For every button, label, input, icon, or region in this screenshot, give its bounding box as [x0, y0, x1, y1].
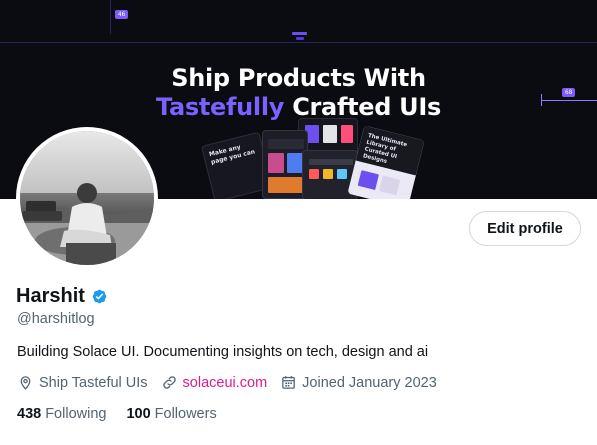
banner-headline-line1: Ship Products With [171, 64, 426, 92]
website-item[interactable]: solaceui.com [161, 374, 268, 391]
profile-name-row: Harshit [16, 285, 109, 308]
avatar[interactable] [20, 131, 154, 265]
avatar-photo [20, 131, 154, 265]
display-name: Harshit [16, 285, 85, 307]
followers-link[interactable]: 100 Followers [126, 406, 216, 422]
location-text: Ship Tasteful UIs [39, 374, 148, 391]
profile-meta: Ship Tasteful UIs solaceui.com Joined Ja… [17, 374, 450, 391]
link-icon [162, 376, 176, 389]
banner-headline-rest: Crafted UIs [284, 93, 441, 121]
banner-grid-line [110, 0, 111, 34]
banner-accent-bar [296, 37, 304, 40]
banner-accent-bar [292, 32, 307, 35]
banner-grid-line [0, 42, 597, 43]
profile-bio: Building Solace UI. Documenting insights… [17, 344, 429, 360]
following-label: Following [45, 406, 107, 422]
location-pin-icon [20, 376, 31, 390]
following-link[interactable]: 438 Following [17, 406, 106, 422]
location-item: Ship Tasteful UIs [17, 374, 148, 391]
joined-text: Joined January 2023 [302, 374, 437, 391]
measure-tag: 46 [115, 10, 129, 19]
calendar-icon [282, 376, 295, 389]
followers-count: 100 [126, 406, 151, 422]
website-link[interactable]: solaceui.com [183, 375, 268, 391]
follow-stats: 438 Following 100 Followers [17, 406, 237, 422]
following-count: 438 [17, 406, 42, 422]
mockup-card: The Ultimate Library of Curated UI Desig… [347, 125, 425, 199]
joined-item: Joined January 2023 [280, 374, 437, 391]
edit-profile-button[interactable]: Edit profile [469, 211, 581, 246]
mockup-text: Make any page you can [208, 143, 256, 167]
verified-badge-icon[interactable] [90, 287, 109, 306]
profile-handle: @harshitlog [17, 311, 95, 327]
followers-label: Followers [154, 406, 217, 422]
banner-headline-line2: Tastefully Crafted UIs [0, 93, 597, 121]
banner-headline-highlight: Tastefully [156, 93, 285, 121]
